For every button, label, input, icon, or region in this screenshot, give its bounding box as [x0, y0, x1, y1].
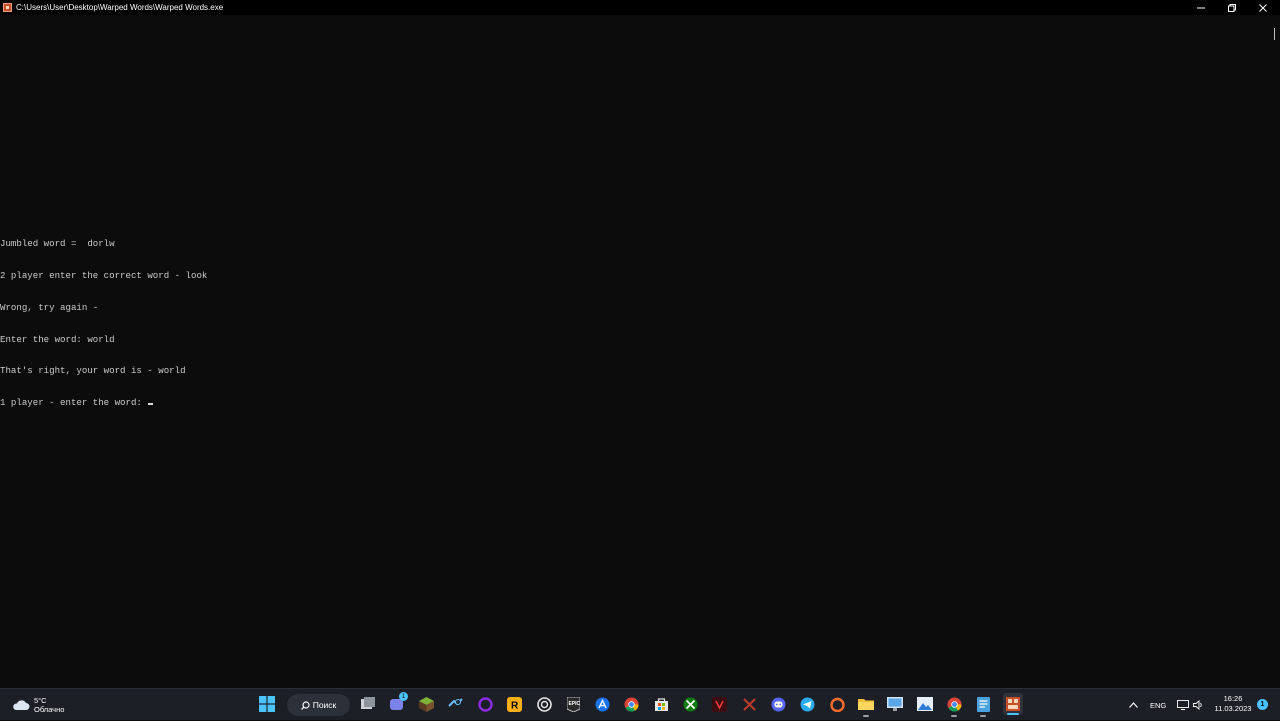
vivaldi-icon	[711, 696, 727, 712]
minecraft-app[interactable]	[417, 695, 435, 713]
search-label: Поиск	[312, 700, 337, 710]
running-indicator	[980, 715, 986, 717]
clock[interactable]: 16:26 11.03.2023	[1212, 694, 1254, 714]
photos-app[interactable]	[916, 695, 934, 713]
volume-button[interactable]	[1193, 689, 1204, 721]
console-scrollbar[interactable]	[1270, 15, 1280, 688]
xbox-app[interactable]	[681, 695, 699, 713]
taskbar: 5°C Облачно Поиск 1 R EPIC ENG 16:26 11.…	[0, 688, 1280, 720]
app-store-icon	[595, 697, 609, 711]
microsoft-store-icon	[654, 697, 668, 711]
weather-condition: Облачно	[34, 705, 65, 714]
active-indicator	[1007, 713, 1019, 715]
x-app[interactable]	[740, 695, 758, 713]
monitor-app[interactable]	[886, 695, 904, 713]
minimize-icon	[1197, 7, 1205, 8]
minecraft-icon	[418, 696, 434, 712]
console-prompt: 1 player - enter the word:	[0, 397, 148, 409]
clock-time: 16:26	[1223, 694, 1243, 703]
console-line: Jumbled word = dorlw	[0, 238, 115, 250]
window-title: C:\Users\User\Desktop\Warped Words\Warpe…	[16, 3, 224, 12]
epic-games-icon: EPIC	[566, 696, 580, 712]
circle-app-icon	[477, 696, 493, 712]
title-bar[interactable]: C:\Users\User\Desktop\Warped Words\Warpe…	[0, 0, 1280, 15]
search-icon	[300, 700, 310, 710]
taskbar-search[interactable]: Поиск	[287, 694, 350, 716]
chevron-up-icon	[1129, 702, 1138, 708]
notepad-app[interactable]	[974, 695, 992, 717]
console-output[interactable]: Jumbled word = dorlw 2 player enter the …	[0, 15, 1270, 688]
telegram-icon	[800, 697, 814, 711]
weather-temperature: 5°C	[34, 696, 47, 705]
console-line: That's right, your word is - world	[0, 365, 186, 377]
warped-words-app[interactable]	[1003, 693, 1023, 715]
warped-words-icon	[1006, 697, 1020, 711]
ubisoft-app[interactable]	[535, 695, 553, 713]
photos-icon	[917, 697, 933, 711]
xbox-icon	[683, 697, 697, 711]
app-store-app[interactable]	[593, 695, 611, 713]
volume-icon	[1193, 700, 1202, 710]
svg-text:R: R	[511, 700, 519, 711]
notification-badge[interactable]: 1	[1257, 699, 1268, 710]
discord-app[interactable]	[769, 695, 787, 713]
task-view-icon	[361, 697, 375, 709]
x-app-icon	[742, 697, 756, 711]
console-line: Wrong, try again -	[0, 301, 99, 313]
chat-badge: 1	[399, 692, 408, 701]
windows-start-icon	[259, 696, 275, 712]
svg-text:EPIC: EPIC	[568, 701, 580, 707]
file-explorer-app[interactable]	[857, 695, 875, 717]
steam-icon	[447, 697, 463, 707]
chrome-profile-icon	[947, 697, 962, 712]
console-line: Enter the word: world	[0, 333, 115, 345]
epic-games-app[interactable]: EPIC	[564, 695, 582, 713]
file-explorer-icon	[858, 699, 874, 710]
tray-overflow[interactable]	[1129, 689, 1138, 721]
console-prompt-line[interactable]: 1 player - enter the word:	[0, 397, 207, 409]
console-text: Jumbled word = dorlw 2 player enter the …	[0, 218, 207, 430]
chrome-app[interactable]	[622, 695, 640, 713]
discord-icon	[771, 697, 785, 711]
clock-date: 11.03.2023	[1214, 704, 1252, 713]
network-icon	[1177, 700, 1189, 710]
start-button[interactable]	[258, 695, 276, 713]
language-indicator[interactable]: ENG	[1150, 689, 1166, 721]
notepad-icon	[976, 696, 990, 712]
monitor-app-icon	[887, 697, 903, 711]
running-indicator	[951, 715, 957, 717]
circle-app[interactable]	[476, 695, 494, 713]
running-indicator	[863, 715, 869, 717]
console-app-icon	[3, 3, 12, 12]
vivaldi-app[interactable]	[710, 695, 728, 713]
network-button[interactable]	[1177, 689, 1189, 721]
origin-app[interactable]	[828, 695, 846, 713]
chrome-profile-app[interactable]	[945, 695, 963, 717]
rockstar-app[interactable]: R	[505, 695, 523, 713]
task-view-button[interactable]	[359, 695, 377, 713]
origin-icon	[829, 696, 845, 712]
restore-icon	[1228, 3, 1236, 12]
close-button[interactable]	[1246, 0, 1280, 15]
rockstar-icon: R	[506, 696, 522, 712]
close-icon	[1259, 3, 1267, 12]
steam-app[interactable]	[446, 695, 464, 713]
text-cursor	[148, 403, 154, 406]
restore-button[interactable]	[1215, 0, 1249, 15]
telegram-app[interactable]	[798, 695, 816, 713]
chrome-icon	[624, 697, 639, 712]
console-line: 2 player enter the correct word - look	[0, 269, 208, 281]
language-label: ENG	[1150, 700, 1167, 710]
minimize-button[interactable]	[1184, 0, 1218, 15]
cloud-icon	[13, 700, 30, 710]
ubisoft-icon	[536, 696, 552, 712]
microsoft-store-app[interactable]	[652, 695, 670, 713]
scrollbar-thumb[interactable]	[1274, 28, 1275, 40]
teams-chat-button[interactable]: 1	[388, 692, 408, 713]
weather-widget[interactable]: 5°C Облачно	[12, 694, 64, 716]
